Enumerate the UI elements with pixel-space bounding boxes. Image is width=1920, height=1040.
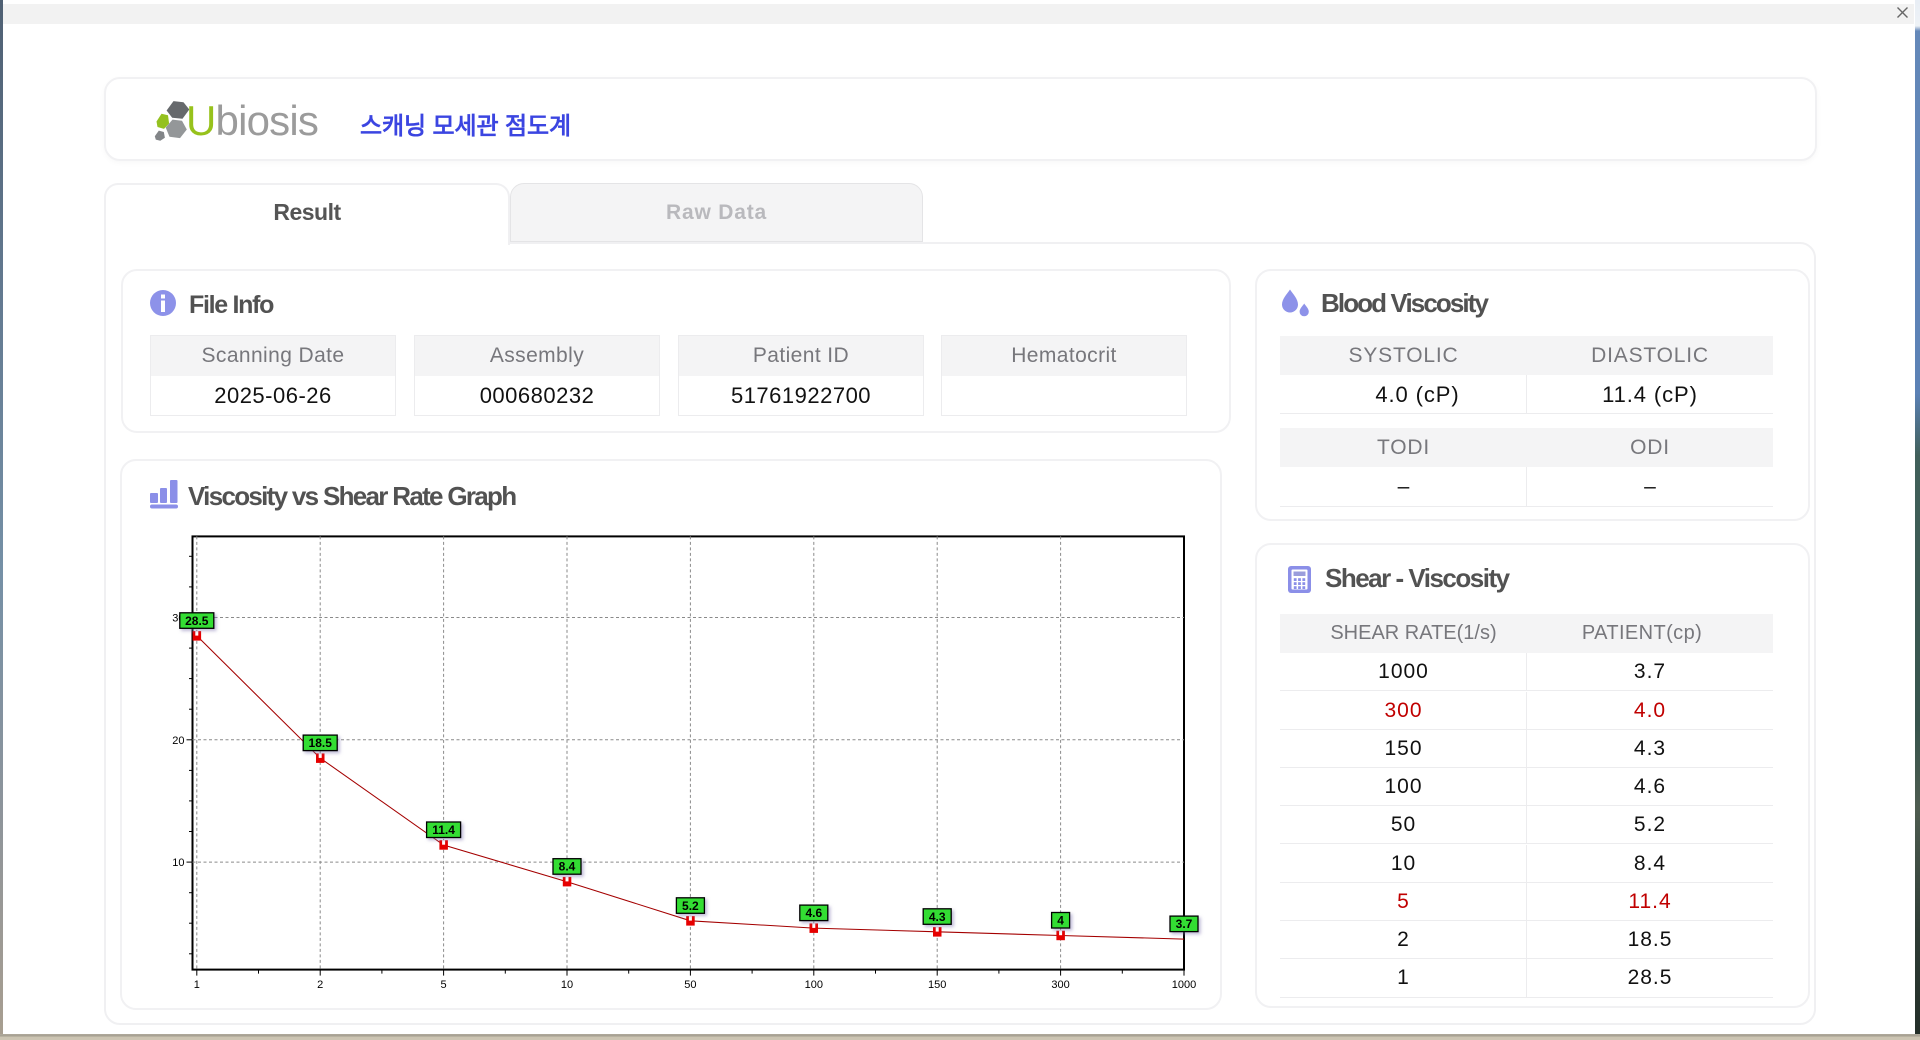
svg-text:1: 1 xyxy=(194,979,200,991)
svg-text:150: 150 xyxy=(928,979,946,991)
svg-text:5: 5 xyxy=(441,979,447,991)
svg-text:8.4: 8.4 xyxy=(559,860,576,874)
svg-text:4.3: 4.3 xyxy=(929,910,946,924)
svg-text:4: 4 xyxy=(1057,914,1064,928)
svg-text:300: 300 xyxy=(1051,979,1069,991)
svg-text:20: 20 xyxy=(172,735,184,747)
svg-text:10: 10 xyxy=(172,857,184,869)
svg-text:11.4: 11.4 xyxy=(432,823,455,837)
svg-text:28.5: 28.5 xyxy=(185,614,209,628)
svg-text:1000: 1000 xyxy=(1172,979,1196,991)
svg-text:2: 2 xyxy=(317,979,323,991)
svg-text:100: 100 xyxy=(805,979,823,991)
svg-text:50: 50 xyxy=(684,979,696,991)
svg-text:5.2: 5.2 xyxy=(682,899,699,913)
svg-text:3.7: 3.7 xyxy=(1176,917,1193,931)
svg-text:4.6: 4.6 xyxy=(805,906,822,920)
svg-text:18.5: 18.5 xyxy=(309,736,333,750)
svg-text:10: 10 xyxy=(561,979,573,991)
